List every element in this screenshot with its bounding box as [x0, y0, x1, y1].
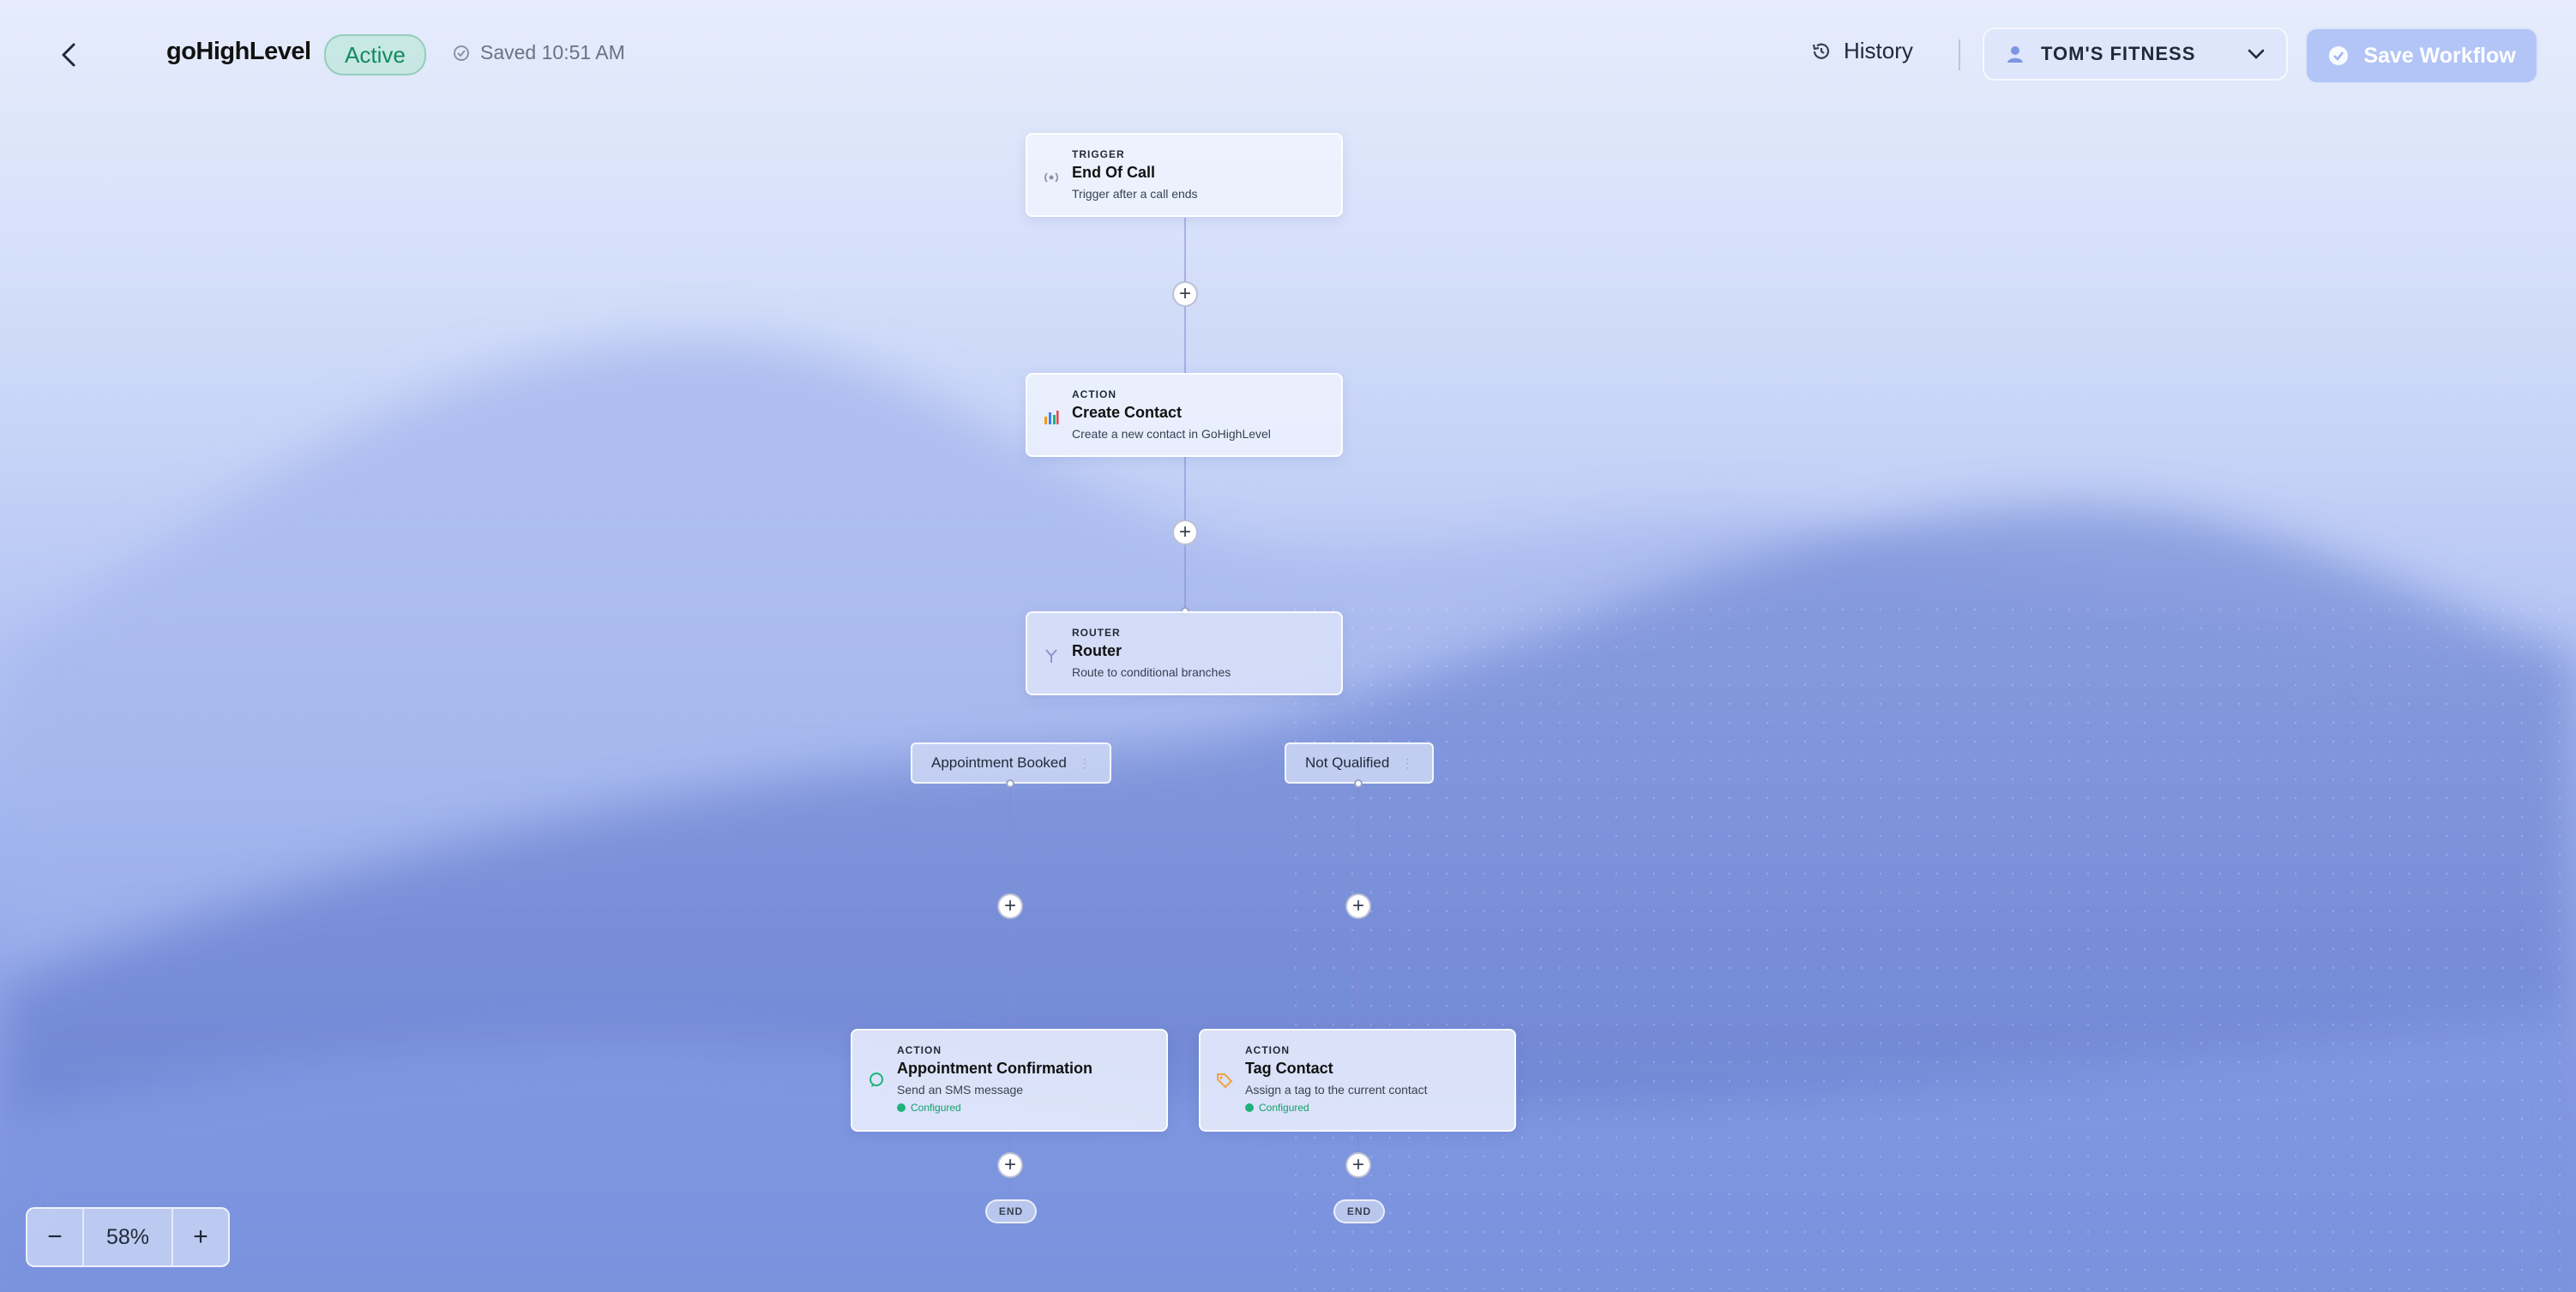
node-title: Router: [1072, 642, 1122, 659]
broadcast-icon: [1043, 169, 1060, 186]
save-workflow-label: Save Workflow: [2363, 43, 2516, 68]
check-circle-icon: [454, 45, 469, 61]
branch-output-port: [1006, 779, 1014, 788]
appointment-confirmation-node[interactable]: ACTION Appointment Confirmation Send an …: [851, 1029, 1168, 1132]
node-kind: ACTION: [1245, 1044, 1290, 1056]
node-description: Assign a tag to the current contact: [1245, 1083, 1428, 1097]
node-title: Create Contact: [1072, 404, 1183, 421]
saved-indicator: Saved 10:51 AM: [453, 41, 625, 64]
branch-icon: [1043, 647, 1060, 664]
save-workflow-button[interactable]: Save Workflow: [2305, 27, 2538, 84]
node-kind: ACTION: [1072, 388, 1116, 400]
add-step-button[interactable]: +: [1172, 281, 1198, 307]
zoom-control: − 58% +: [26, 1207, 230, 1267]
branch-label-appointment-booked[interactable]: Appointment Booked ⋮: [911, 742, 1111, 784]
history-icon: [1812, 43, 1830, 59]
history-label: History: [1844, 38, 1913, 63]
branch-label: Not Qualified: [1305, 754, 1390, 771]
canvas-dot-grid: [1286, 600, 2576, 1292]
node-title: End Of Call: [1072, 164, 1156, 181]
more-icon: ⋮: [1078, 755, 1091, 770]
create-contact-node[interactable]: ACTION Create Contact Create a new conta…: [1026, 373, 1343, 457]
tag-icon: [1216, 1072, 1233, 1089]
configured-status: Configured: [897, 1102, 1149, 1114]
header-divider: [1959, 39, 1960, 70]
add-step-button[interactable]: +: [997, 893, 1023, 919]
workflow-title: goHighLevel: [166, 38, 311, 65]
more-icon: ⋮: [1401, 755, 1414, 770]
chevron-down-icon: [2248, 49, 2265, 59]
chat-bubble-icon: [868, 1072, 885, 1089]
node-kind: ROUTER: [1072, 627, 1121, 639]
history-button[interactable]: History: [1811, 38, 1913, 64]
configured-status: Configured: [1245, 1102, 1497, 1114]
top-bar: goHighLevel Active Saved 10:51 AM Histor…: [0, 0, 2576, 110]
tag-contact-node[interactable]: ACTION Tag Contact Assign a tag to the c…: [1199, 1029, 1516, 1132]
add-step-button[interactable]: +: [997, 1152, 1023, 1178]
check-circle-icon: [2329, 46, 2349, 65]
account-selector[interactable]: TOM'S FITNESS: [1983, 27, 2288, 81]
trigger-node[interactable]: TRIGGER End Of Call Trigger after a call…: [1026, 133, 1343, 217]
status-badge: Active: [324, 34, 426, 75]
branch-output-port: [1354, 779, 1363, 788]
end-marker: END: [1333, 1199, 1385, 1223]
branch-label: Appointment Booked: [931, 754, 1067, 771]
branch-label-not-qualified[interactable]: Not Qualified ⋮: [1285, 742, 1435, 784]
node-title: Appointment Confirmation: [897, 1060, 1092, 1077]
node-kind: ACTION: [897, 1044, 942, 1056]
back-arrow-icon: [62, 43, 75, 67]
zoom-level: 58%: [82, 1209, 173, 1265]
account-name: TOM'S FITNESS: [2041, 43, 2196, 64]
zoom-in-button[interactable]: +: [173, 1209, 228, 1265]
back-button[interactable]: [51, 38, 86, 72]
node-title: Tag Contact: [1245, 1060, 1333, 1077]
node-description: Trigger after a call ends: [1072, 187, 1198, 201]
saved-text: Saved 10:51 AM: [480, 41, 625, 63]
user-icon: [2007, 46, 2023, 63]
end-marker: END: [985, 1199, 1037, 1223]
router-node[interactable]: ROUTER Router Route to conditional branc…: [1026, 611, 1343, 695]
node-kind: TRIGGER: [1072, 148, 1125, 160]
node-description: Route to conditional branches: [1072, 665, 1231, 679]
zoom-out-button[interactable]: −: [27, 1209, 82, 1265]
node-description: Send an SMS message: [897, 1083, 1024, 1097]
add-step-button[interactable]: +: [1345, 1152, 1371, 1178]
add-step-button[interactable]: +: [1172, 520, 1198, 545]
bar-chart-icon: [1043, 409, 1060, 426]
node-description: Create a new contact in GoHighLevel: [1072, 427, 1271, 441]
add-step-button[interactable]: +: [1345, 893, 1371, 919]
